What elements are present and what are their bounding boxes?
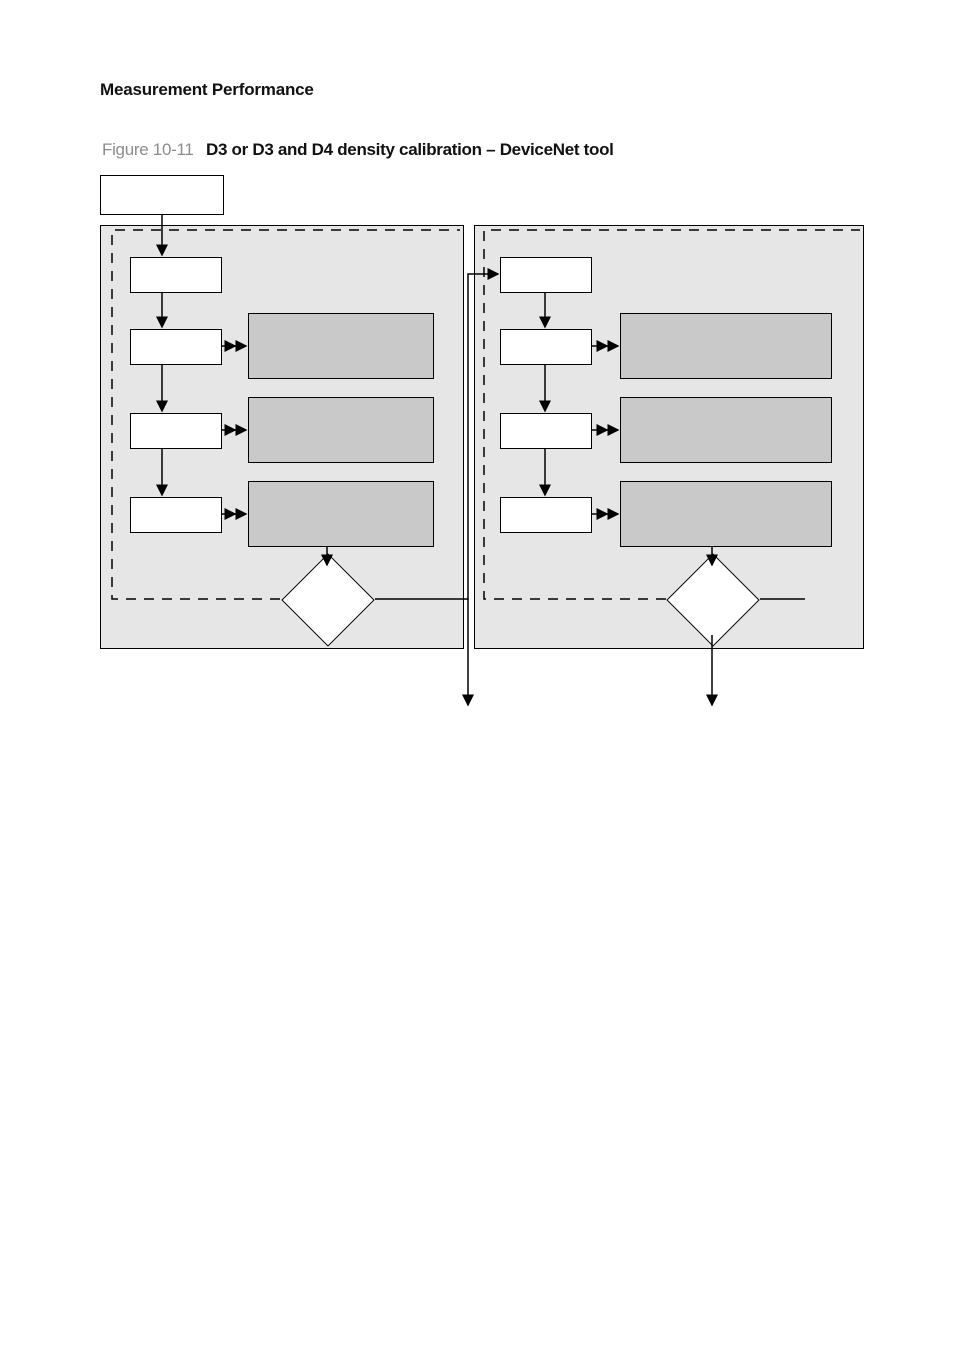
- figure-title: Figure 10-11 D3 or D3 and D4 density cal…: [102, 140, 614, 160]
- page: Measurement Performance Figure 10-11 D3 …: [0, 0, 954, 1350]
- section-header: Measurement Performance: [100, 80, 314, 100]
- flowchart-arrows: [100, 175, 864, 725]
- figure-number: Figure 10-11: [102, 140, 194, 159]
- flowchart: [100, 175, 864, 725]
- figure-caption: D3 or D3 and D4 density calibration – De…: [206, 140, 614, 159]
